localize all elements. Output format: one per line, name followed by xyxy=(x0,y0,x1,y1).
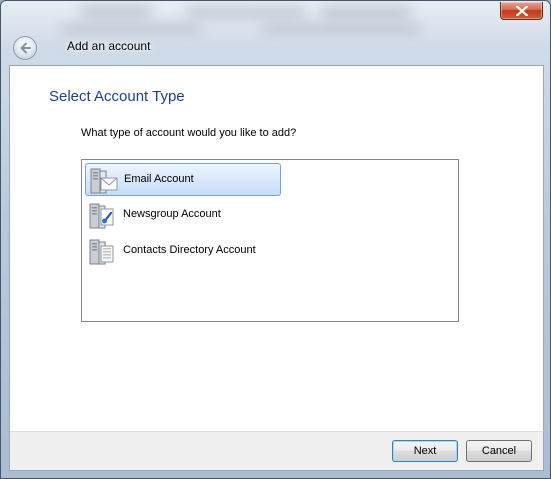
cancel-button[interactable]: Cancel xyxy=(466,440,532,462)
close-icon xyxy=(516,6,528,16)
next-button[interactable]: Next xyxy=(392,440,458,462)
account-type-question: What type of account would you like to a… xyxy=(81,127,297,139)
close-button[interactable] xyxy=(500,2,543,20)
list-item-label: Email Account xyxy=(124,173,194,185)
list-item-newsgroup-account[interactable]: Newsgroup Account xyxy=(85,199,281,232)
window-title: Add an account xyxy=(67,39,151,53)
content-area: Select Account Type What type of account… xyxy=(9,65,544,431)
contacts-directory-icon xyxy=(89,239,114,265)
back-button[interactable] xyxy=(13,36,37,60)
back-arrow-icon xyxy=(20,42,31,54)
button-panel: Next Cancel xyxy=(9,431,544,471)
list-item-label: Contacts Directory Account xyxy=(123,244,256,256)
list-item-contacts-directory-account[interactable]: Contacts Directory Account xyxy=(85,235,281,268)
page-heading: Select Account Type xyxy=(49,88,185,105)
newsgroup-account-icon xyxy=(89,203,114,229)
email-account-icon xyxy=(90,168,118,194)
dialog-window: Add an account Select Account Type What … xyxy=(0,0,551,479)
account-type-list[interactable]: Email Account Newsgroup Account Contacts… xyxy=(81,159,459,322)
list-item-label: Newsgroup Account xyxy=(123,208,221,220)
list-item-email-account[interactable]: Email Account xyxy=(85,163,281,196)
